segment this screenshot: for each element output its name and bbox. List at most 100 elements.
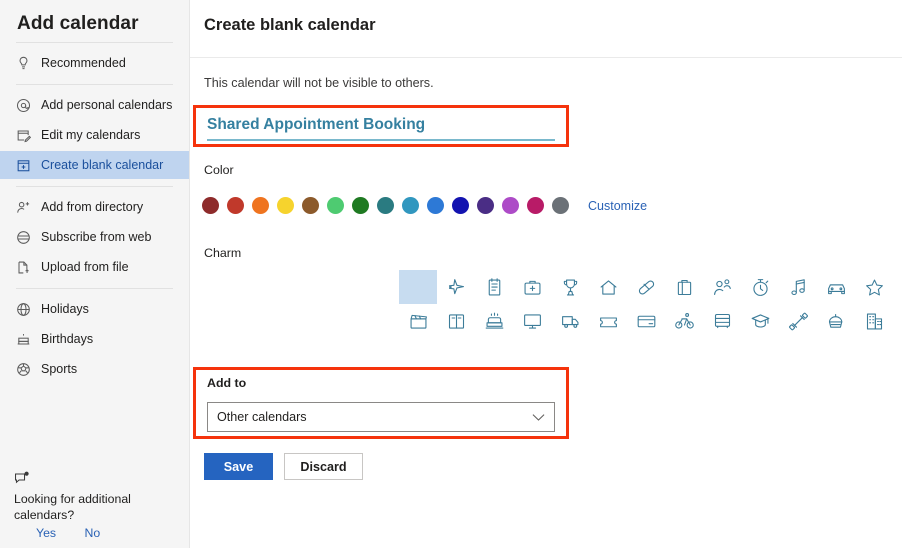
charm-grid (399, 270, 902, 338)
color-section-label: Color (204, 163, 234, 177)
sidebar-item-label: Upload from file (41, 260, 129, 274)
charm-briefcase-icon[interactable] (665, 270, 703, 304)
charm-pill-icon[interactable] (627, 270, 665, 304)
charm-notepad-icon[interactable] (475, 270, 513, 304)
cake-icon (16, 330, 36, 348)
color-swatch-dark-green[interactable] (352, 197, 369, 214)
sidebar-item-upload-from-file[interactable]: Upload from file (0, 253, 189, 281)
sidebar-item-add-personal-calendars[interactable]: Add personal calendars (0, 91, 189, 119)
charm-dumbbell-icon[interactable] (779, 304, 817, 338)
soccer-ball-icon (16, 360, 36, 378)
feedback-comment-icon[interactable] (14, 471, 190, 490)
charm-book-icon[interactable] (437, 304, 475, 338)
color-swatch-brown[interactable] (302, 197, 319, 214)
charm-truck-icon[interactable] (551, 304, 589, 338)
color-swatch-magenta[interactable] (527, 197, 544, 214)
charm-office-building-icon[interactable] (855, 304, 893, 338)
add-to-label: Add to (207, 376, 247, 390)
charm-trophy-icon[interactable] (551, 270, 589, 304)
sidebar-item-recommended[interactable]: Recommended (0, 49, 189, 77)
color-swatch-dark-red[interactable] (202, 197, 219, 214)
sidebar-item-label: Create blank calendar (41, 158, 164, 172)
sidebar-item-edit-my-calendars[interactable]: Edit my calendars (0, 121, 189, 149)
charm-section-label: Charm (204, 246, 242, 260)
globe-subscribe-icon (16, 228, 36, 246)
add-to-selected-value: Other calendars (217, 410, 307, 424)
save-button[interactable]: Save (204, 453, 273, 480)
sidebar-divider (16, 288, 173, 289)
add-to-dropdown[interactable]: Other calendars (207, 402, 555, 432)
form-actions: Save Discard (204, 453, 363, 480)
charm-medical-bag-icon[interactable] (513, 270, 551, 304)
sidebar-divider (16, 42, 173, 43)
sidebar-divider (16, 186, 173, 187)
charm-airplane-icon[interactable] (437, 270, 475, 304)
charm-birthday-cake-icon[interactable] (475, 304, 513, 338)
charm-credit-card-icon[interactable] (627, 304, 665, 338)
charm-graduation-cap-icon[interactable] (741, 304, 779, 338)
discard-button[interactable]: Discard (284, 453, 363, 480)
color-swatch-orange[interactable] (252, 197, 269, 214)
footer-links: Yes No (14, 526, 190, 540)
footer-no-link[interactable]: No (84, 526, 100, 540)
file-upload-icon (16, 258, 36, 276)
charm-star-icon[interactable] (855, 270, 893, 304)
sidebar-item-create-blank-calendar[interactable]: Create blank calendar (0, 151, 189, 179)
lightbulb-icon (16, 54, 36, 72)
charm-blank-charm[interactable] (399, 270, 437, 304)
sidebar-item-label: Subscribe from web (41, 230, 152, 244)
charm-stopwatch-icon[interactable] (741, 270, 779, 304)
chevron-down-icon (532, 413, 554, 422)
sidebar-item-label: Birthdays (41, 332, 94, 346)
footer-prompt: Looking for additional calendars? (14, 492, 131, 522)
color-swatch-light-blue[interactable] (402, 197, 419, 214)
sidebar-item-holidays[interactable]: Holidays (0, 295, 189, 323)
calendar-name-input[interactable] (207, 113, 555, 141)
color-swatch-blue[interactable] (427, 197, 444, 214)
sidebar-item-label: Add personal calendars (41, 98, 173, 112)
charm-row (399, 304, 902, 338)
color-swatch-yellow[interactable] (277, 197, 294, 214)
charm-shopping-icon[interactable] (817, 304, 855, 338)
sidebar-item-birthdays[interactable]: Birthdays (0, 325, 189, 353)
sidebar-item-label: Add from directory (41, 200, 144, 214)
sidebar-item-label: Sports (41, 362, 78, 376)
color-swatch-red[interactable] (227, 197, 244, 214)
sidebar-title: Add calendar (17, 13, 139, 34)
color-swatch-gray[interactable] (552, 197, 569, 214)
charm-monitor-icon[interactable] (513, 304, 551, 338)
charm-music-note-icon[interactable] (779, 270, 817, 304)
charm-bicycle-icon[interactable] (665, 304, 703, 338)
color-swatch-light-green[interactable] (327, 197, 344, 214)
charm-person-icon[interactable] (893, 270, 902, 304)
footer-yes-link[interactable]: Yes (36, 526, 56, 540)
globe-icon (16, 300, 36, 318)
sidebar-item-subscribe-from-web[interactable]: Subscribe from web (0, 223, 189, 251)
color-swatch-row: Customize (202, 197, 647, 214)
customize-color-link[interactable]: Customize (588, 199, 647, 213)
add-to-highlight: Add to Other calendars (193, 367, 569, 439)
charm-row (399, 270, 902, 304)
page-title: Create blank calendar (204, 16, 376, 34)
sidebar-item-label: Holidays (41, 302, 89, 316)
add-calendar-dialog: Add calendar Recommended Add personal ca… (0, 0, 902, 548)
calendar-plus-icon (16, 156, 36, 174)
charm-wrench-icon[interactable] (893, 304, 902, 338)
color-swatch-dark-purple[interactable] (477, 197, 494, 214)
sidebar-item-sports[interactable]: Sports (0, 355, 189, 383)
charm-people-icon[interactable] (703, 270, 741, 304)
sidebar: Add calendar Recommended Add personal ca… (0, 0, 190, 548)
at-sign-icon (16, 96, 36, 114)
charm-car-icon[interactable] (817, 270, 855, 304)
sidebar-item-add-from-directory[interactable]: Add from directory (0, 193, 189, 221)
charm-bus-icon[interactable] (703, 304, 741, 338)
charm-clapperboard-icon[interactable] (399, 304, 437, 338)
edit-calendar-icon (16, 126, 36, 144)
page-subtitle: This calendar will not be visible to oth… (204, 76, 434, 90)
color-swatch-dark-blue[interactable] (452, 197, 469, 214)
charm-home-icon[interactable] (589, 270, 627, 304)
color-swatch-purple[interactable] (502, 197, 519, 214)
color-swatch-teal[interactable] (377, 197, 394, 214)
sidebar-divider (16, 84, 173, 85)
charm-ticket-icon[interactable] (589, 304, 627, 338)
